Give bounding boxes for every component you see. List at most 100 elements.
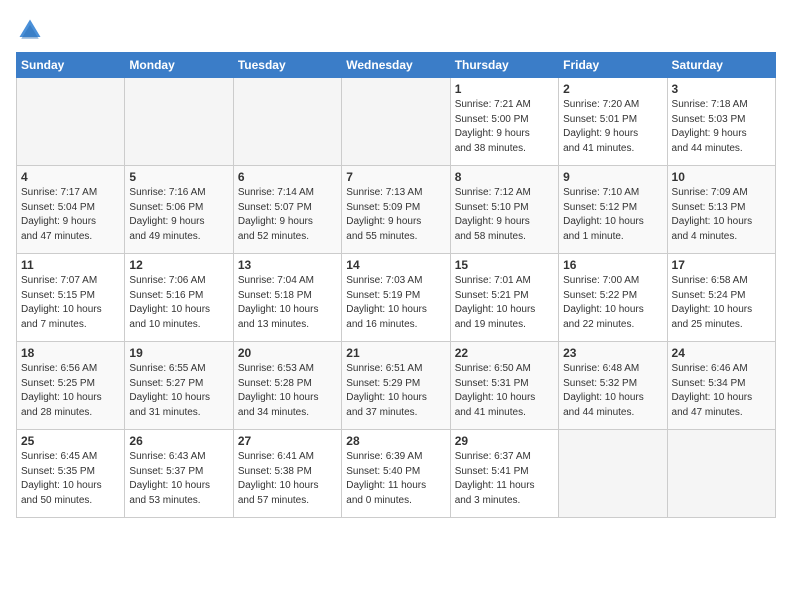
day-info: Sunrise: 6:53 AM Sunset: 5:28 PM Dayligh…	[238, 362, 337, 420]
header-saturday: Saturday	[667, 53, 775, 78]
calendar-cell: 19 Sunrise: 6:55 AM Sunset: 5:27 PM Dayli…	[125, 342, 233, 430]
day-number: 23	[563, 346, 662, 360]
calendar-cell: 28 Sunrise: 6:39 AM Sunset: 5:40 PM Dayli…	[342, 430, 450, 518]
day-number: 8	[455, 170, 554, 184]
calendar-cell: 23 Sunrise: 6:48 AM Sunset: 5:32 PM Dayli…	[559, 342, 667, 430]
header-sunday: Sunday	[17, 53, 125, 78]
calendar-week-5: 25 Sunrise: 6:45 AM Sunset: 5:35 PM Dayli…	[17, 430, 776, 518]
day-number: 28	[346, 434, 445, 448]
calendar-cell: 8 Sunrise: 7:12 AM Sunset: 5:10 PM Daylig…	[450, 166, 558, 254]
day-info: Sunrise: 6:56 AM Sunset: 5:25 PM Dayligh…	[21, 362, 120, 420]
day-info: Sunrise: 6:39 AM Sunset: 5:40 PM Dayligh…	[346, 450, 445, 508]
day-info: Sunrise: 6:51 AM Sunset: 5:29 PM Dayligh…	[346, 362, 445, 420]
day-number: 24	[672, 346, 771, 360]
day-info: Sunrise: 6:55 AM Sunset: 5:27 PM Dayligh…	[129, 362, 228, 420]
day-info: Sunrise: 6:45 AM Sunset: 5:35 PM Dayligh…	[21, 450, 120, 508]
calendar-cell: 16 Sunrise: 7:00 AM Sunset: 5:22 PM Dayli…	[559, 254, 667, 342]
day-number: 12	[129, 258, 228, 272]
calendar-cell: 14Sunrise: 7:03 AM Sunset: 5:19 PM Dayli…	[342, 254, 450, 342]
day-number: 15	[455, 258, 554, 272]
page-header	[16, 16, 776, 44]
day-info: Sunrise: 6:37 AM Sunset: 5:41 PM Dayligh…	[455, 450, 554, 508]
day-info: Sunrise: 7:00 AM Sunset: 5:22 PM Dayligh…	[563, 274, 662, 332]
day-info: Sunrise: 7:18 AM Sunset: 5:03 PM Dayligh…	[672, 98, 771, 156]
day-info: Sunrise: 6:48 AM Sunset: 5:32 PM Dayligh…	[563, 362, 662, 420]
day-info: Sunrise: 7:03 AM Sunset: 5:19 PM Dayligh…	[346, 274, 445, 332]
header-wednesday: Wednesday	[342, 53, 450, 78]
day-info: Sunrise: 7:13 AM Sunset: 5:09 PM Dayligh…	[346, 186, 445, 244]
calendar-body: 1Sunrise: 7:21 AM Sunset: 5:00 PM Daylig…	[17, 78, 776, 518]
logo-icon	[16, 16, 44, 44]
day-info: Sunrise: 6:50 AM Sunset: 5:31 PM Dayligh…	[455, 362, 554, 420]
day-info: Sunrise: 7:17 AM Sunset: 5:04 PM Dayligh…	[21, 186, 120, 244]
calendar-cell: 25 Sunrise: 6:45 AM Sunset: 5:35 PM Dayli…	[17, 430, 125, 518]
day-number: 17	[672, 258, 771, 272]
day-number: 4	[21, 170, 120, 184]
day-number: 10	[672, 170, 771, 184]
calendar-cell: 1Sunrise: 7:21 AM Sunset: 5:00 PM Daylig…	[450, 78, 558, 166]
day-number: 5	[129, 170, 228, 184]
day-info: Sunrise: 7:14 AM Sunset: 5:07 PM Dayligh…	[238, 186, 337, 244]
day-number: 11	[21, 258, 120, 272]
day-info: Sunrise: 7:10 AM Sunset: 5:12 PM Dayligh…	[563, 186, 662, 244]
calendar-cell: 24Sunrise: 6:46 AM Sunset: 5:34 PM Dayli…	[667, 342, 775, 430]
logo	[16, 16, 48, 44]
calendar-cell: 3 Sunrise: 7:18 AM Sunset: 5:03 PM Daylig…	[667, 78, 775, 166]
day-info: Sunrise: 7:09 AM Sunset: 5:13 PM Dayligh…	[672, 186, 771, 244]
day-info: Sunrise: 7:04 AM Sunset: 5:18 PM Dayligh…	[238, 274, 337, 332]
day-number: 20	[238, 346, 337, 360]
calendar-cell: 11Sunrise: 7:07 AM Sunset: 5:15 PM Dayli…	[17, 254, 125, 342]
calendar-week-2: 4 Sunrise: 7:17 AM Sunset: 5:04 PM Daylig…	[17, 166, 776, 254]
day-number: 29	[455, 434, 554, 448]
calendar-cell: 27Sunrise: 6:41 AM Sunset: 5:38 PM Dayli…	[233, 430, 341, 518]
day-info: Sunrise: 7:01 AM Sunset: 5:21 PM Dayligh…	[455, 274, 554, 332]
calendar-table: SundayMondayTuesdayWednesdayThursdayFrid…	[16, 52, 776, 518]
calendar-cell: 12 Sunrise: 7:06 AM Sunset: 5:16 PM Dayli…	[125, 254, 233, 342]
day-number: 1	[455, 82, 554, 96]
calendar-cell: 2Sunrise: 7:20 AM Sunset: 5:01 PM Daylig…	[559, 78, 667, 166]
day-info: Sunrise: 6:43 AM Sunset: 5:37 PM Dayligh…	[129, 450, 228, 508]
calendar-week-1: 1Sunrise: 7:21 AM Sunset: 5:00 PM Daylig…	[17, 78, 776, 166]
calendar-header-row: SundayMondayTuesdayWednesdayThursdayFrid…	[17, 53, 776, 78]
calendar-cell	[233, 78, 341, 166]
header-tuesday: Tuesday	[233, 53, 341, 78]
calendar-cell: 18 Sunrise: 6:56 AM Sunset: 5:25 PM Dayli…	[17, 342, 125, 430]
calendar-cell	[17, 78, 125, 166]
day-info: Sunrise: 7:06 AM Sunset: 5:16 PM Dayligh…	[129, 274, 228, 332]
day-number: 26	[129, 434, 228, 448]
day-number: 3	[672, 82, 771, 96]
calendar-cell: 13 Sunrise: 7:04 AM Sunset: 5:18 PM Dayli…	[233, 254, 341, 342]
header-thursday: Thursday	[450, 53, 558, 78]
day-number: 6	[238, 170, 337, 184]
calendar-cell: 20 Sunrise: 6:53 AM Sunset: 5:28 PM Dayli…	[233, 342, 341, 430]
day-number: 13	[238, 258, 337, 272]
day-number: 25	[21, 434, 120, 448]
day-number: 9	[563, 170, 662, 184]
calendar-cell: 10 Sunrise: 7:09 AM Sunset: 5:13 PM Dayli…	[667, 166, 775, 254]
calendar-cell: 22Sunrise: 6:50 AM Sunset: 5:31 PM Dayli…	[450, 342, 558, 430]
calendar-cell: 29 Sunrise: 6:37 AM Sunset: 5:41 PM Dayli…	[450, 430, 558, 518]
calendar-cell: 9 Sunrise: 7:10 AM Sunset: 5:12 PM Daylig…	[559, 166, 667, 254]
day-number: 7	[346, 170, 445, 184]
calendar-cell: 15 Sunrise: 7:01 AM Sunset: 5:21 PM Dayli…	[450, 254, 558, 342]
calendar-cell	[342, 78, 450, 166]
calendar-cell	[667, 430, 775, 518]
day-number: 18	[21, 346, 120, 360]
header-friday: Friday	[559, 53, 667, 78]
calendar-cell: 26 Sunrise: 6:43 AM Sunset: 5:37 PM Dayli…	[125, 430, 233, 518]
calendar-cell: 17 Sunrise: 6:58 AM Sunset: 5:24 PM Dayli…	[667, 254, 775, 342]
calendar-cell: 5 Sunrise: 7:16 AM Sunset: 5:06 PM Daylig…	[125, 166, 233, 254]
calendar-week-4: 18 Sunrise: 6:56 AM Sunset: 5:25 PM Dayli…	[17, 342, 776, 430]
day-number: 27	[238, 434, 337, 448]
calendar-cell	[559, 430, 667, 518]
calendar-cell	[125, 78, 233, 166]
calendar-cell: 7 Sunrise: 7:13 AM Sunset: 5:09 PM Daylig…	[342, 166, 450, 254]
day-number: 19	[129, 346, 228, 360]
calendar-cell: 4 Sunrise: 7:17 AM Sunset: 5:04 PM Daylig…	[17, 166, 125, 254]
day-number: 21	[346, 346, 445, 360]
day-number: 16	[563, 258, 662, 272]
day-info: Sunrise: 6:58 AM Sunset: 5:24 PM Dayligh…	[672, 274, 771, 332]
day-info: Sunrise: 7:16 AM Sunset: 5:06 PM Dayligh…	[129, 186, 228, 244]
day-info: Sunrise: 7:12 AM Sunset: 5:10 PM Dayligh…	[455, 186, 554, 244]
day-number: 2	[563, 82, 662, 96]
